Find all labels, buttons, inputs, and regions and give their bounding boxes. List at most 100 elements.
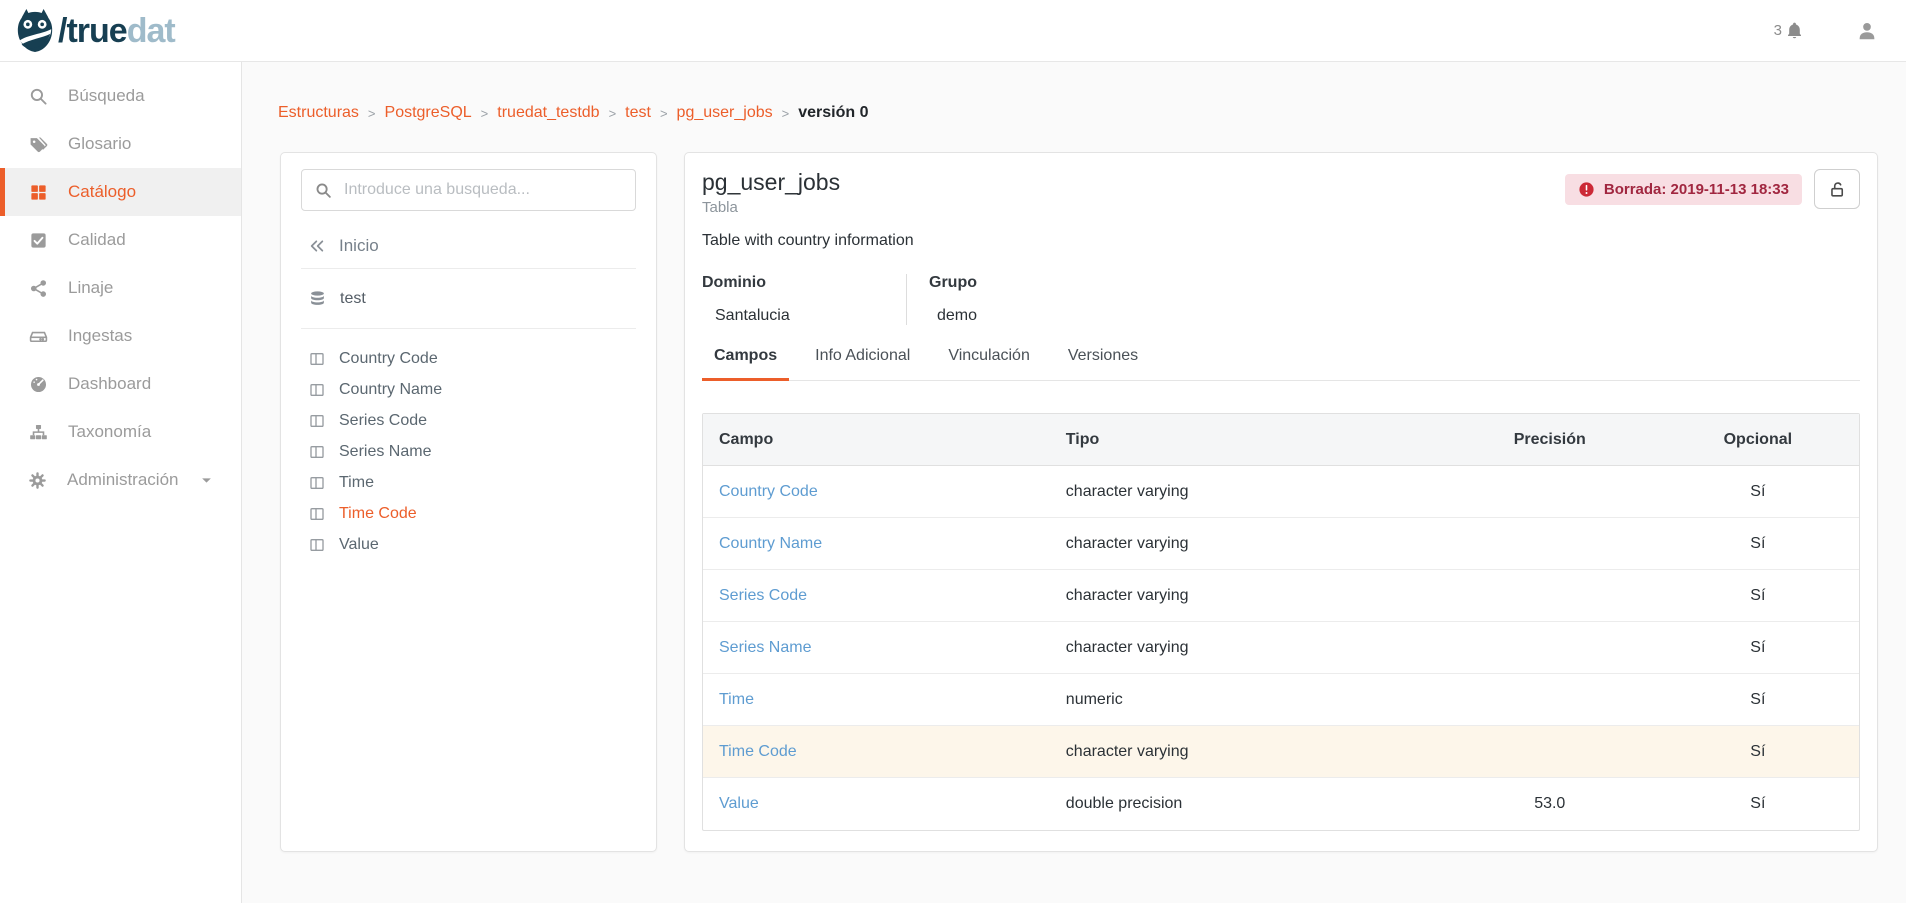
alert-circle-icon [1578,181,1595,198]
tree-root-label: test [340,290,366,308]
tree-field-label: Series Code [339,412,427,430]
fields-table: Campo Tipo Precisión Opcional Country Co… [702,413,1860,831]
sidebar-item-dashboard[interactable]: Dashboard [0,360,241,408]
tree-field-label: Series Name [339,443,431,461]
column-header-precision: Precisión [1443,431,1657,449]
column-icon [309,506,325,522]
breadcrumb-link-postgresql[interactable]: PostgreSQL [385,104,472,122]
deleted-badge-text: Borrada: 2019-11-13 18:33 [1604,181,1789,198]
field-link[interactable]: Time [703,691,1050,709]
double-chevron-left-icon [309,238,325,254]
gear-icon [28,471,47,490]
tab-campos[interactable]: Campos [702,347,789,381]
notification-count: 3 [1774,22,1782,39]
tab-info-adicional[interactable]: Info Adicional [803,347,922,380]
field-link[interactable]: Country Name [703,535,1050,553]
column-icon [309,413,325,429]
breadcrumb-link-estructuras[interactable]: Estructuras [278,104,359,122]
sidebar-item-ingestas[interactable]: Ingestas [0,312,241,360]
field-type: character varying [1050,639,1443,657]
search-icon [315,182,332,199]
tree-field-list: Country Code Country Name Series Code Se… [301,343,636,560]
domain-label: Dominio [702,274,906,292]
field-optional: Sí [1657,795,1859,813]
tree-field-country-name[interactable]: Country Name [301,374,636,405]
tree-field-value[interactable]: Value [301,529,636,560]
sidebar-item-label: Taxonomía [68,422,151,442]
breadcrumb-current-version: versión 0 [798,104,868,122]
sidebar-item-catalogo[interactable]: Catálogo [0,168,241,216]
field-link[interactable]: Value [703,795,1050,813]
column-icon [309,351,325,367]
search-icon [28,87,48,106]
field-precision: 53.0 [1443,795,1657,813]
sidebar-item-glosario[interactable]: Glosario [0,120,241,168]
field-optional: Sí [1657,639,1859,657]
column-header-campo: Campo [703,431,1050,449]
column-icon [309,382,325,398]
tree-field-series-name[interactable]: Series Name [301,436,636,467]
sidebar-item-label: Catálogo [68,182,136,202]
tree-node-test[interactable]: test [301,269,636,329]
tab-versiones[interactable]: Versiones [1056,347,1150,380]
breadcrumb-link-pg-user-jobs[interactable]: pg_user_jobs [677,104,773,122]
user-profile-icon[interactable] [1856,20,1878,42]
grid-icon [28,183,48,202]
notifications-button[interactable]: 3 [1774,21,1804,40]
share-nodes-icon [28,279,48,298]
unlock-button[interactable] [1814,169,1860,209]
tree-search-input[interactable] [302,170,635,210]
app-header: /truedat 3 [0,0,1906,62]
breadcrumb-separator: > [782,106,790,121]
field-optional: Sí [1657,691,1859,709]
sidebar-item-calidad[interactable]: Calidad [0,216,241,264]
field-type: character varying [1050,743,1443,761]
field-link[interactable]: Country Code [703,483,1050,501]
tree-field-label: Country Name [339,381,442,399]
unlock-icon [1828,180,1847,199]
structure-type-label: Tabla [702,199,840,216]
logo-wordmark: /truedat [58,14,175,48]
structure-description: Table with country information [702,232,1860,250]
breadcrumb: Estructuras > PostgreSQL > truedat_testd… [278,104,1906,122]
truedat-logo[interactable]: /truedat [14,8,175,54]
breadcrumb-separator: > [660,106,668,121]
structure-title: pg_user_jobs [702,169,840,196]
table-row: Series Name character varying Sí [703,622,1859,674]
field-link[interactable]: Time Code [703,743,1050,761]
sidebar-item-taxonomia[interactable]: Taxonomía [0,408,241,456]
sidebar-item-busqueda[interactable]: Búsqueda [0,72,241,120]
field-type: double precision [1050,795,1443,813]
table-row: Country Name character varying Sí [703,518,1859,570]
tree-field-country-code[interactable]: Country Code [301,343,636,374]
tree-field-label: Time Code [339,505,417,523]
field-link[interactable]: Series Code [703,587,1050,605]
field-type: character varying [1050,587,1443,605]
breadcrumb-separator: > [481,106,489,121]
tab-vinculacion[interactable]: Vinculación [936,347,1042,380]
tree-back-inicio[interactable]: Inicio [301,223,636,269]
field-optional: Sí [1657,483,1859,501]
tree-field-time-code[interactable]: Time Code [301,498,636,529]
sidebar-item-label: Administración [67,470,179,490]
sidebar-item-administracion[interactable]: Administración [0,456,241,504]
column-icon [309,537,325,553]
breadcrumb-link-test[interactable]: test [625,104,651,122]
sidebar-item-label: Dashboard [68,374,151,394]
breadcrumb-separator: > [368,106,376,121]
structure-tree-panel: Inicio test Country Cod [280,152,657,852]
field-link[interactable]: Series Name [703,639,1050,657]
detail-tabs: Campos Info Adicional Vinculación Versio… [702,347,1860,381]
tree-back-label: Inicio [339,236,379,256]
owl-logo-icon [14,8,56,54]
breadcrumb-separator: > [609,106,617,121]
breadcrumb-link-truedat-testdb[interactable]: truedat_testdb [497,104,599,122]
sidebar-item-label: Búsqueda [68,86,145,106]
column-header-opcional: Opcional [1657,431,1859,449]
sidebar: Búsqueda Glosario Catálogo [0,62,242,903]
tree-field-series-code[interactable]: Series Code [301,405,636,436]
sidebar-item-linaje[interactable]: Linaje [0,264,241,312]
fields-table-header: Campo Tipo Precisión Opcional [703,414,1859,466]
chevron-down-icon [199,474,216,487]
tree-field-time[interactable]: Time [301,467,636,498]
